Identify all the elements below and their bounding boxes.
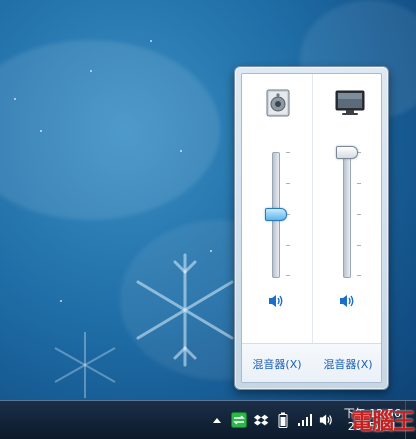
dropbox-icon[interactable] bbox=[252, 411, 270, 429]
watermark-logo: 電腦王 bbox=[350, 409, 415, 435]
snowflake-decoration bbox=[50, 330, 120, 400]
monitor-mixer-link[interactable]: 混音器(X) bbox=[313, 356, 383, 372]
speaker-volume-icon bbox=[340, 295, 354, 307]
battery-icon[interactable] bbox=[274, 411, 292, 429]
show-hidden-icons-arrow-icon[interactable] bbox=[208, 411, 226, 429]
speakers-volume-slider-thumb[interactable] bbox=[265, 208, 287, 221]
snow-speck bbox=[150, 40, 152, 42]
snow-speck bbox=[40, 130, 42, 132]
monitor-volume-slider-thumb[interactable] bbox=[336, 146, 358, 159]
volume-mixer-panel: 混音器(X) 混音器(X) bbox=[241, 73, 382, 383]
wifi-signal-icon[interactable] bbox=[296, 411, 314, 429]
snow-speck bbox=[60, 300, 62, 302]
snowflake-decoration bbox=[130, 250, 240, 370]
speakers-mixer-link[interactable]: 混音器(X) bbox=[242, 356, 312, 372]
snow-speck bbox=[90, 70, 92, 72]
speaker-volume-icon bbox=[269, 295, 283, 307]
speakers-mute-button[interactable] bbox=[266, 292, 288, 310]
monitor-device-icon[interactable] bbox=[334, 88, 365, 118]
monitor-mute-button[interactable] bbox=[337, 292, 359, 310]
speakers-channel bbox=[242, 74, 313, 382]
mixer-links-bar: 混音器(X) 混音器(X) bbox=[242, 343, 381, 382]
frost-patch bbox=[0, 40, 220, 220]
monitor-volume-ticks bbox=[357, 152, 363, 276]
speaker-device-icon[interactable] bbox=[263, 88, 293, 118]
snow-speck bbox=[14, 98, 16, 100]
volume-icon[interactable] bbox=[318, 411, 336, 429]
network-switch-icon[interactable] bbox=[230, 411, 248, 429]
monitor-volume-track[interactable] bbox=[343, 152, 351, 278]
monitor-channel bbox=[313, 74, 383, 382]
volume-mixer-flyout: 混音器(X) 混音器(X) bbox=[234, 66, 389, 390]
snow-speck bbox=[180, 150, 182, 152]
